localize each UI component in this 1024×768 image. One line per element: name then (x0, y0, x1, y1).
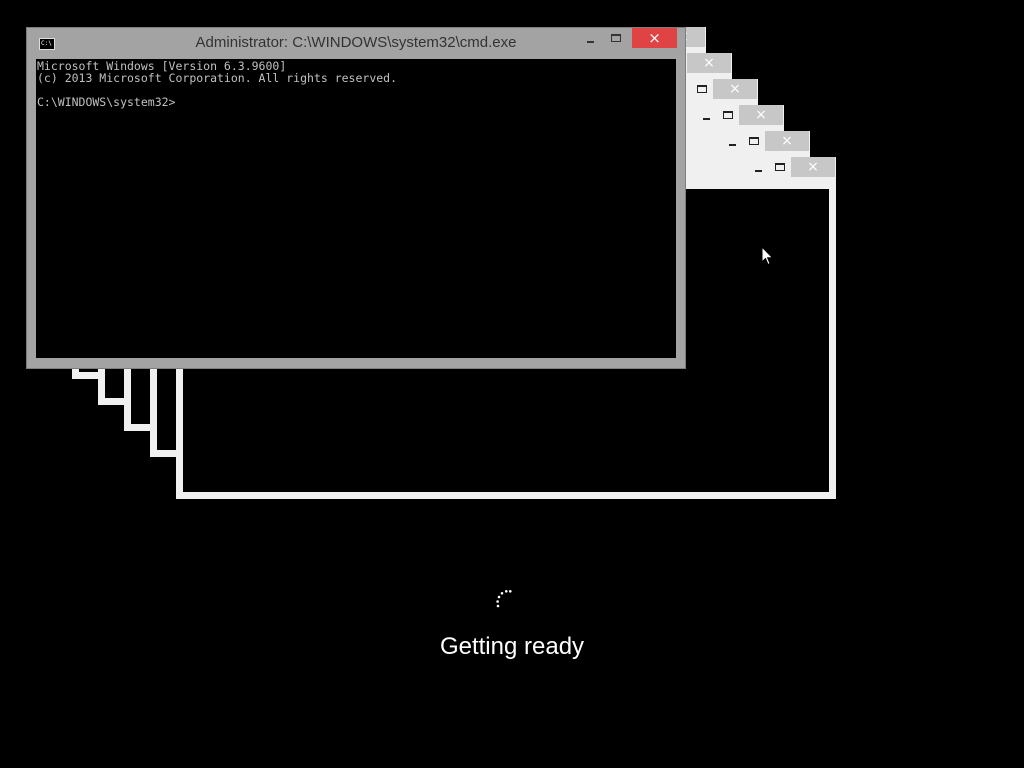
maximize-button[interactable] (718, 105, 738, 125)
maximize-icon (775, 163, 785, 171)
minimize-button[interactable] (746, 157, 770, 177)
close-icon: × (755, 107, 767, 123)
console-output[interactable]: Microsoft Windows [Version 6.3.9600] (c)… (36, 59, 676, 358)
minimize-icon (754, 170, 762, 172)
close-button[interactable]: × (739, 105, 783, 125)
close-button[interactable]: × (765, 131, 809, 151)
cmd-titlebar[interactable]: C:\ Administrator: C:\WINDOWS\system32\c… (27, 28, 685, 59)
minimize-icon (728, 144, 736, 146)
close-icon: × (703, 55, 715, 71)
maximize-button[interactable] (770, 157, 790, 177)
minimize-icon (702, 118, 710, 120)
status-text: Getting ready (439, 633, 585, 660)
console-text: Microsoft Windows [Version 6.3.9600] (c)… (37, 59, 398, 109)
maximize-icon (697, 85, 707, 93)
maximize-icon (611, 34, 621, 42)
close-button[interactable]: × (687, 53, 731, 73)
maximize-button[interactable] (744, 131, 764, 151)
close-icon: × (781, 133, 793, 149)
close-icon: × (648, 29, 661, 47)
maximize-icon (723, 111, 733, 119)
mouse-pointer-icon (761, 246, 774, 266)
minimize-button[interactable] (577, 28, 603, 48)
close-icon: × (729, 81, 741, 97)
maximize-button[interactable] (692, 79, 712, 99)
minimize-button[interactable] (720, 131, 744, 151)
minimize-icon (586, 41, 594, 43)
loading-dots-icon (496, 590, 512, 608)
close-button[interactable]: × (632, 28, 677, 48)
cmd-window[interactable]: C:\ Administrator: C:\WINDOWS\system32\c… (26, 27, 686, 369)
maximize-icon (749, 137, 759, 145)
close-icon: × (807, 159, 819, 175)
maximize-button[interactable] (603, 28, 629, 48)
close-button[interactable]: × (791, 157, 835, 177)
minimize-button[interactable] (694, 105, 718, 125)
desktop-screen: × × × × × × C:\ Administrator: C:\WINDOWS\sys… (0, 0, 1024, 768)
close-button[interactable]: × (713, 79, 757, 99)
